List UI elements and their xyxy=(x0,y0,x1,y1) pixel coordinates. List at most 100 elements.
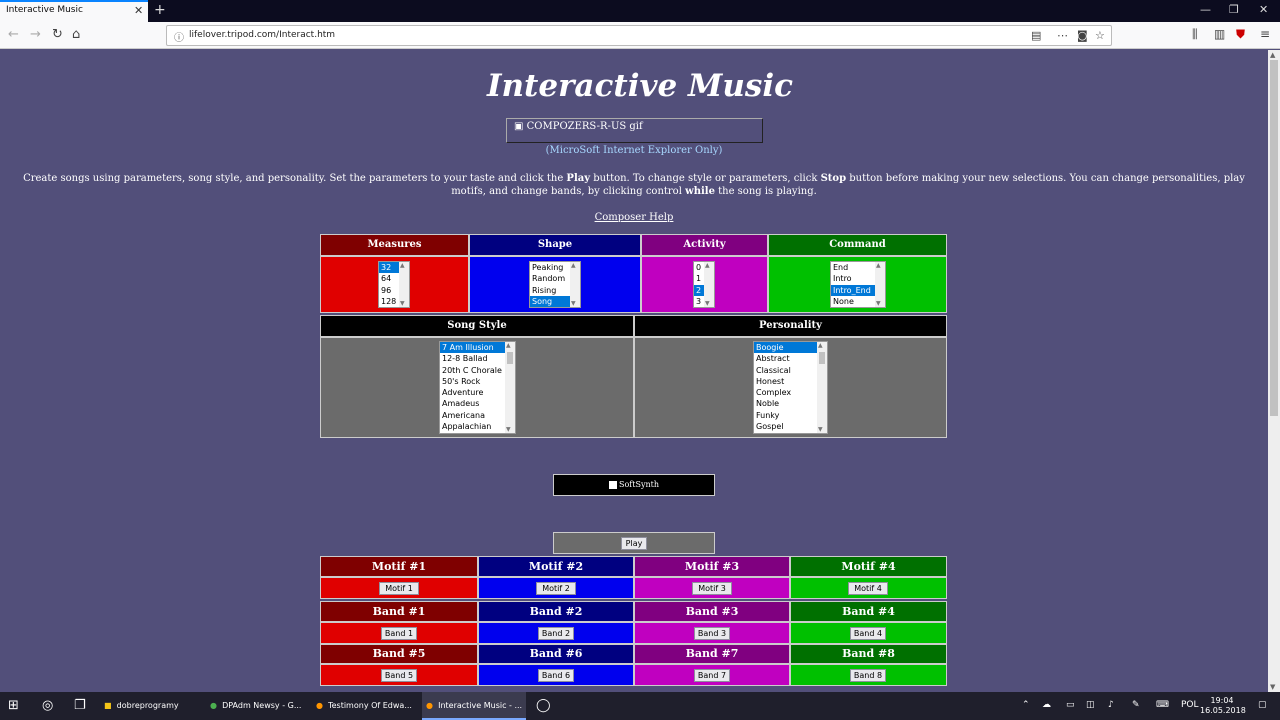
scroll-up-icon[interactable]: ▲ xyxy=(705,262,710,269)
shape-listbox[interactable]: Peaking Random Rising Song ▲ ▼ xyxy=(529,261,581,308)
band-5-button[interactable]: Band 5 xyxy=(381,669,417,682)
scroll-up-icon[interactable]: ▲ xyxy=(400,262,405,269)
language-indicator[interactable]: POL xyxy=(1181,700,1199,710)
window-close-icon[interactable]: ✕ xyxy=(1259,3,1268,16)
library-icon[interactable]: ⫼ xyxy=(1192,27,1198,42)
scroll-down-icon[interactable]: ▼ xyxy=(876,300,881,307)
song-style-option[interactable]: Amadeus xyxy=(440,398,515,409)
measures-listbox[interactable]: 32 64 96 128 ▲ ▼ xyxy=(378,261,410,308)
scroll-up-icon[interactable]: ▲ xyxy=(876,262,881,269)
play-button[interactable]: Play xyxy=(621,537,647,550)
scroll-thumb[interactable] xyxy=(819,352,825,364)
tab-close-icon[interactable]: ✕ xyxy=(134,4,143,17)
network-icon[interactable]: ◫ xyxy=(1086,700,1095,710)
info-icon[interactable]: ⓘ xyxy=(174,29,184,44)
band-7-button[interactable]: Band 7 xyxy=(694,669,730,682)
shape-scrollbar[interactable]: ▲ ▼ xyxy=(570,262,580,307)
song-style-option[interactable]: 12-8 Ballad xyxy=(440,353,515,364)
command-listbox[interactable]: End Intro Intro_End None ▲ ▼ xyxy=(830,261,886,308)
scroll-up-icon[interactable]: ▲ xyxy=(818,342,823,349)
song-style-option[interactable]: 50's Rock xyxy=(440,376,515,387)
band-2-button[interactable]: Band 2 xyxy=(538,627,574,640)
personality-scrollbar[interactable]: ▲ ▼ xyxy=(817,342,827,433)
keyboard-icon[interactable]: ⌨ xyxy=(1156,700,1169,710)
intro-play-word: Play xyxy=(566,173,591,184)
motif-2-button[interactable]: Motif 2 xyxy=(536,582,576,595)
scroll-thumb[interactable] xyxy=(507,352,513,364)
reader-view-icon[interactable]: ▤ xyxy=(1031,29,1041,42)
band-8-button[interactable]: Band 8 xyxy=(850,669,886,682)
tray-expand-icon[interactable]: ⌃ xyxy=(1022,700,1030,710)
band-6-button[interactable]: Band 6 xyxy=(538,669,574,682)
menu-icon[interactable]: ≡ xyxy=(1260,27,1270,41)
scroll-up-icon[interactable]: ▲ xyxy=(1270,51,1275,59)
sidebar-icon[interactable]: ▥ xyxy=(1214,27,1225,41)
home-icon[interactable]: ⌂ xyxy=(72,27,80,42)
band-3-button[interactable]: Band 3 xyxy=(694,627,730,640)
pen-icon[interactable]: ✎ xyxy=(1132,700,1140,710)
restore-icon[interactable]: ❐ xyxy=(1229,3,1239,16)
scroll-down-icon[interactable]: ▼ xyxy=(818,426,823,433)
new-tab-icon[interactable]: + xyxy=(154,2,166,18)
song-style-option[interactable]: Americana xyxy=(440,410,515,421)
song-style-option[interactable]: Appalachian xyxy=(440,421,515,432)
song-style-option[interactable]: 7 Am Illusion xyxy=(440,342,515,354)
task-view-icon[interactable]: ❐ xyxy=(74,692,86,720)
minimize-icon[interactable]: — xyxy=(1200,3,1211,16)
notifications-icon[interactable]: ▢ xyxy=(1258,700,1267,710)
command-scrollbar[interactable]: ▲ ▼ xyxy=(875,262,885,307)
forward-icon[interactable]: → xyxy=(30,27,41,42)
activity-listbox[interactable]: 0 1 2 3 ▲ ▼ xyxy=(693,261,715,308)
volume-icon[interactable]: ♪ xyxy=(1108,700,1114,710)
scroll-up-icon[interactable]: ▲ xyxy=(571,262,576,269)
pocket-icon[interactable]: ◙ xyxy=(1077,29,1088,42)
bookmark-star-icon[interactable]: ☆ xyxy=(1095,29,1105,42)
scroll-down-icon[interactable]: ▼ xyxy=(1270,683,1275,691)
personality-listbox[interactable]: Boogie Abstract Classical Honest Complex… xyxy=(753,341,828,434)
song-style-option[interactable]: Adventure xyxy=(440,387,515,398)
tab-active[interactable]: Interactive Music ✕ xyxy=(0,0,148,22)
song-style-scrollbar[interactable]: ▲ ▼ xyxy=(505,342,515,433)
cortana-icon[interactable]: ◎ xyxy=(42,692,53,720)
taskbar-item[interactable]: ● Testimony Of Edwa... xyxy=(316,692,416,720)
motif-4-button[interactable]: Motif 4 xyxy=(848,582,888,595)
intro-part-2: button. To change style or parameters, c… xyxy=(590,173,821,184)
app-icon[interactable]: ◯ xyxy=(536,692,551,720)
onedrive-icon[interactable]: ☁ xyxy=(1042,700,1051,710)
song-style-listbox[interactable]: 7 Am Illusion 12-8 Ballad 20th C Chorale… xyxy=(439,341,516,434)
back-icon[interactable]: ← xyxy=(8,27,19,42)
battery-icon[interactable]: ▭ xyxy=(1066,700,1075,710)
softsynth-checkbox[interactable] xyxy=(609,481,617,489)
url-bar[interactable]: ⓘ lifelover.tripod.com/Interact.htm ▤ ⋯ … xyxy=(166,25,1112,46)
clock[interactable]: 19:04 16.05.2018 xyxy=(1200,696,1246,716)
ublock-icon[interactable]: ⛊ xyxy=(1236,27,1245,42)
taskbar-item-label: dobreprogramy xyxy=(116,701,179,710)
band-1-button[interactable]: Band 1 xyxy=(381,627,417,640)
activity-scrollbar[interactable]: ▲ ▼ xyxy=(704,262,714,307)
taskbar-item-active[interactable]: ● Interactive Music - ... xyxy=(422,692,526,720)
reload-icon[interactable]: ↻ xyxy=(52,27,63,42)
firefox-icon: ● xyxy=(426,701,433,710)
scroll-down-icon[interactable]: ▼ xyxy=(506,426,511,433)
scroll-down-icon[interactable]: ▼ xyxy=(571,300,576,307)
composer-help-link[interactable]: Composer Help xyxy=(0,212,1268,223)
scroll-down-icon[interactable]: ▼ xyxy=(705,300,710,307)
intro-part-1: Create songs using parameters, song styl… xyxy=(23,173,567,184)
page-actions-icon[interactable]: ⋯ xyxy=(1057,29,1068,42)
scroll-up-icon[interactable]: ▲ xyxy=(506,342,511,349)
folder-icon: ■ xyxy=(104,701,112,710)
measures-scrollbar[interactable]: ▲ ▼ xyxy=(399,262,409,307)
url-text[interactable]: lifelover.tripod.com/Interact.htm xyxy=(189,30,335,40)
song-style-option[interactable]: 20th C Chorale xyxy=(440,365,515,376)
taskbar-item[interactable]: ● DPAdm Newsy - G... xyxy=(210,692,310,720)
page-scroll-thumb[interactable] xyxy=(1270,60,1278,416)
motif-3-button[interactable]: Motif 3 xyxy=(692,582,732,595)
page-scrollbar[interactable]: ▲ ▼ xyxy=(1268,50,1280,692)
taskbar-item[interactable]: ■ dobreprogramy xyxy=(104,692,204,720)
scroll-down-icon[interactable]: ▼ xyxy=(400,300,405,307)
logo-alt-label: COMPOZERS-R-US gif xyxy=(526,121,643,132)
windows-start-icon[interactable]: ⊞ xyxy=(8,692,19,720)
band-4-button[interactable]: Band 4 xyxy=(850,627,886,640)
motif-1-button[interactable]: Motif 1 xyxy=(379,582,419,595)
motif-header: Motif #4 xyxy=(790,556,947,577)
